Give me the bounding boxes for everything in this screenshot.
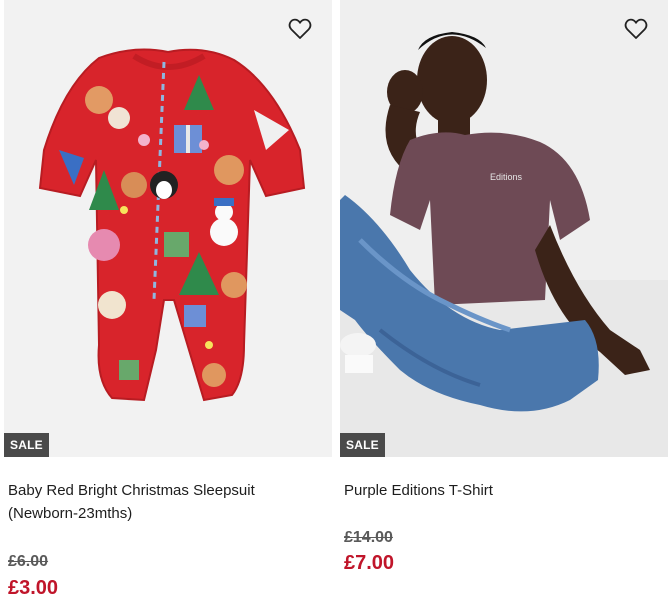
product-image[interactable]: Editions SALE [340, 0, 668, 457]
was-price: £6.00 [8, 553, 49, 570]
product-card[interactable]: Editions SALE Purple Editions T-Shirt £1… [340, 0, 668, 574]
now-price: £7.00 [344, 552, 395, 574]
christmas-sleepsuit-photo [4, 0, 332, 457]
product-grid: SALE Baby Red Bright Christmas Sleepsuit… [0, 0, 668, 602]
model-purple-tshirt-photo: Editions [340, 0, 668, 457]
svg-text:Editions: Editions [490, 172, 523, 182]
heart-icon[interactable] [624, 18, 648, 40]
heart-icon[interactable] [288, 18, 312, 40]
product-title[interactable]: Purple Editions T-Shirt [344, 479, 644, 502]
product-image[interactable]: SALE [4, 0, 332, 457]
now-price: £3.00 [8, 577, 59, 599]
was-price: £14.00 [344, 529, 393, 546]
sale-badge: SALE [4, 433, 49, 457]
sale-badge: SALE [340, 433, 385, 457]
product-title[interactable]: Baby Red Bright Christmas Sleepsuit (New… [8, 479, 308, 525]
product-card[interactable]: SALE Baby Red Bright Christmas Sleepsuit… [4, 0, 332, 599]
